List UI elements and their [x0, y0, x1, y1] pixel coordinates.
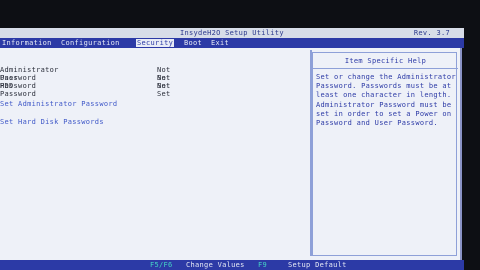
setting-label: HDD Password: [0, 82, 37, 98]
setting-value: Not Set: [157, 82, 171, 98]
menu-bar: Information Configuration Security Boot …: [0, 38, 464, 48]
set-administrator-password-action[interactable]: Set Administrator Password: [0, 100, 117, 108]
security-panel: Administrator Password Not Set User Pass…: [0, 48, 462, 260]
footer-key: F5/F6: [150, 261, 173, 269]
help-text: Set or change the Administrator Password…: [316, 73, 456, 128]
app-title: InsydeH2O Setup Utility: [180, 29, 284, 37]
footer-bar: F5/F6 Change Values F9 Setup Default: [0, 260, 464, 270]
tab-exit[interactable]: Exit: [211, 39, 229, 47]
tab-information[interactable]: Information: [2, 39, 52, 47]
help-title: Item Specific Help: [313, 57, 458, 69]
footer-label: Change Values: [186, 261, 245, 269]
title-bar: InsydeH2O Setup Utility Rev. 3.7: [0, 28, 464, 38]
footer-label: Setup Default: [288, 261, 347, 269]
tab-boot[interactable]: Boot: [184, 39, 202, 47]
set-hard-disk-passwords-action[interactable]: Set Hard Disk Passwords: [0, 118, 104, 126]
footer-key: F9: [258, 261, 268, 269]
help-panel: Item Specific Help Set or change the Adm…: [312, 52, 458, 256]
tab-security[interactable]: Security: [136, 39, 175, 47]
tab-configuration[interactable]: Configuration: [61, 39, 120, 47]
revision-label: Rev. 3.7: [413, 29, 450, 37]
